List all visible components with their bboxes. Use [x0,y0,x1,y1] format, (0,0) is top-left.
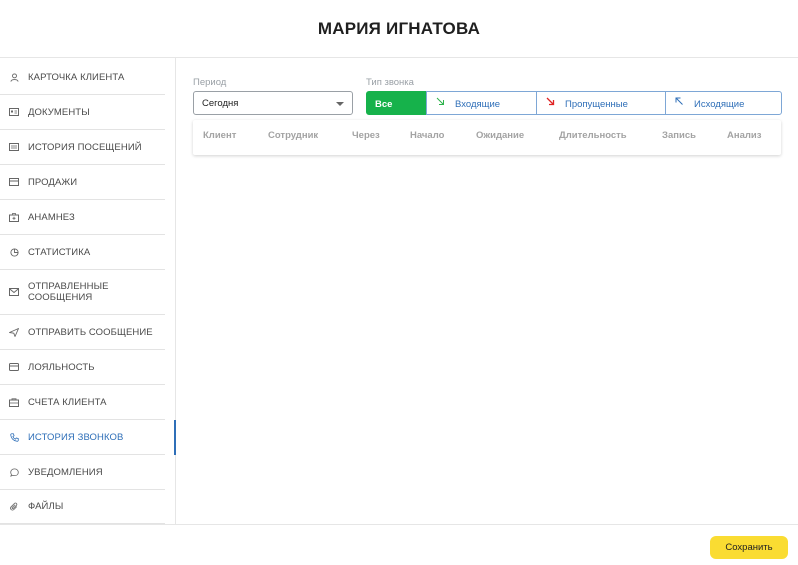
chat-bubble-icon [9,467,19,477]
period-value: Сегодня [202,98,239,109]
sidebar-item-label: КАРТОЧКА КЛИЕНТА [28,71,125,83]
column-header[interactable]: Начало [410,130,444,141]
call-type-outgoing-button[interactable]: Исходящие [665,91,782,115]
sidebar-item-label: ДОКУМЕНТЫ [28,106,90,118]
envelope-icon [9,287,19,297]
sidebar-item-label: ПРОДАЖИ [28,176,78,188]
footer: Сохранить [0,524,798,565]
save-button[interactable]: Сохранить [710,536,788,559]
call-type-all-button[interactable]: Все [366,91,427,115]
column-header[interactable]: Ожидание [476,130,524,141]
column-header[interactable]: Запись [662,130,696,141]
wallet-icon [9,397,19,407]
column-header[interactable]: Через [352,130,380,141]
card-icon [9,362,19,372]
outgoing-arrow-icon [675,97,683,105]
medical-case-icon [9,212,19,222]
sidebar-item-call-history[interactable]: ИСТОРИЯ ЗВОНКОВ [0,420,165,455]
list-icon [9,142,19,152]
sidebar-item-statistics[interactable]: СТАТИСТИКА [0,235,165,270]
sidebar-item-visit-history[interactable]: ИСТОРИЯ ПОСЕЩЕНИЙ [0,130,165,165]
sidebar-item-label: ИСТОРИЯ ПОСЕЩЕНИЙ [28,141,142,153]
call-type-incoming-label: Входящие [455,99,501,110]
call-type-missed-button[interactable]: Пропущенные [536,91,666,115]
sidebar: КАРТОЧКА КЛИЕНТА ДОКУМЕНТЫ ИСТОРИЯ ПОСЕЩ… [0,58,176,524]
column-header[interactable]: Анализ [727,130,761,141]
sidebar-item-documents[interactable]: ДОКУМЕНТЫ [0,95,165,130]
sidebar-item-sales[interactable]: ПРОДАЖИ [0,165,165,200]
column-header[interactable]: Длительность [559,130,627,141]
call-type-all-label: Все [375,99,393,110]
column-header[interactable]: Клиент [203,130,236,141]
sidebar-item-label: СЧЕТА КЛИЕНТА [28,396,107,408]
call-type-label: Тип звонка [366,77,414,88]
missed-arrow-icon [546,97,555,106]
receipt-icon [9,177,19,187]
incoming-arrow-icon [436,97,444,105]
sidebar-item-label: ОТПРАВЛЕННЫЕ СООБЩЕНИЯ [28,281,109,303]
sidebar-item-anamnesis[interactable]: АНАМНЕЗ [0,200,165,235]
sidebar-item-sent-messages[interactable]: ОТПРАВЛЕННЫЕ СООБЩЕНИЯ [0,270,165,315]
sidebar-item-label: УВЕДОМЛЕНИЯ [28,466,103,478]
id-card-icon [9,107,19,117]
sidebar-item-label: СТАТИСТИКА [28,246,91,258]
sidebar-item-send-message[interactable]: ОТПРАВИТЬ СООБЩЕНИЕ [0,315,165,350]
call-type-missed-label: Пропущенные [565,99,628,110]
user-icon [9,72,19,82]
chevron-down-icon [336,102,344,106]
phone-icon [9,432,19,442]
sidebar-item-notifications[interactable]: УВЕДОМЛЕНИЯ [0,455,165,490]
call-type-incoming-button[interactable]: Входящие [426,91,537,115]
period-label: Период [193,77,227,88]
sidebar-item-label: АНАМНЕЗ [28,211,75,223]
header: МАРИЯ ИГНАТОВА [0,0,798,58]
sidebar-item-label: ИСТОРИЯ ЗВОНКОВ [28,431,124,443]
call-type-outgoing-label: Исходящие [694,99,745,110]
calls-table: Клиент Сотрудник Через Начало Ожидание Д… [193,120,781,155]
sidebar-item-loyalty[interactable]: ЛОЯЛЬНОСТЬ [0,350,165,385]
send-icon [9,327,19,337]
pie-chart-icon [9,247,19,257]
sidebar-item-label: ЛОЯЛЬНОСТЬ [28,361,95,373]
paperclip-icon [9,502,19,512]
period-select[interactable]: Сегодня [193,91,353,115]
sidebar-item-label: ФАЙЛЫ [28,501,64,512]
sidebar-item-label: ОТПРАВИТЬ СООБЩЕНИЕ [28,326,153,338]
page-title: МАРИЯ ИГНАТОВА [317,19,481,38]
sidebar-item-client-accounts[interactable]: СЧЕТА КЛИЕНТА [0,385,165,420]
column-header[interactable]: Сотрудник [268,130,318,141]
main-content: Период Сегодня Тип звонка Все Входящие П… [176,58,798,524]
sidebar-item-client-card[interactable]: КАРТОЧКА КЛИЕНТА [0,60,165,95]
sidebar-item-files[interactable]: ФАЙЛЫ [0,490,165,524]
